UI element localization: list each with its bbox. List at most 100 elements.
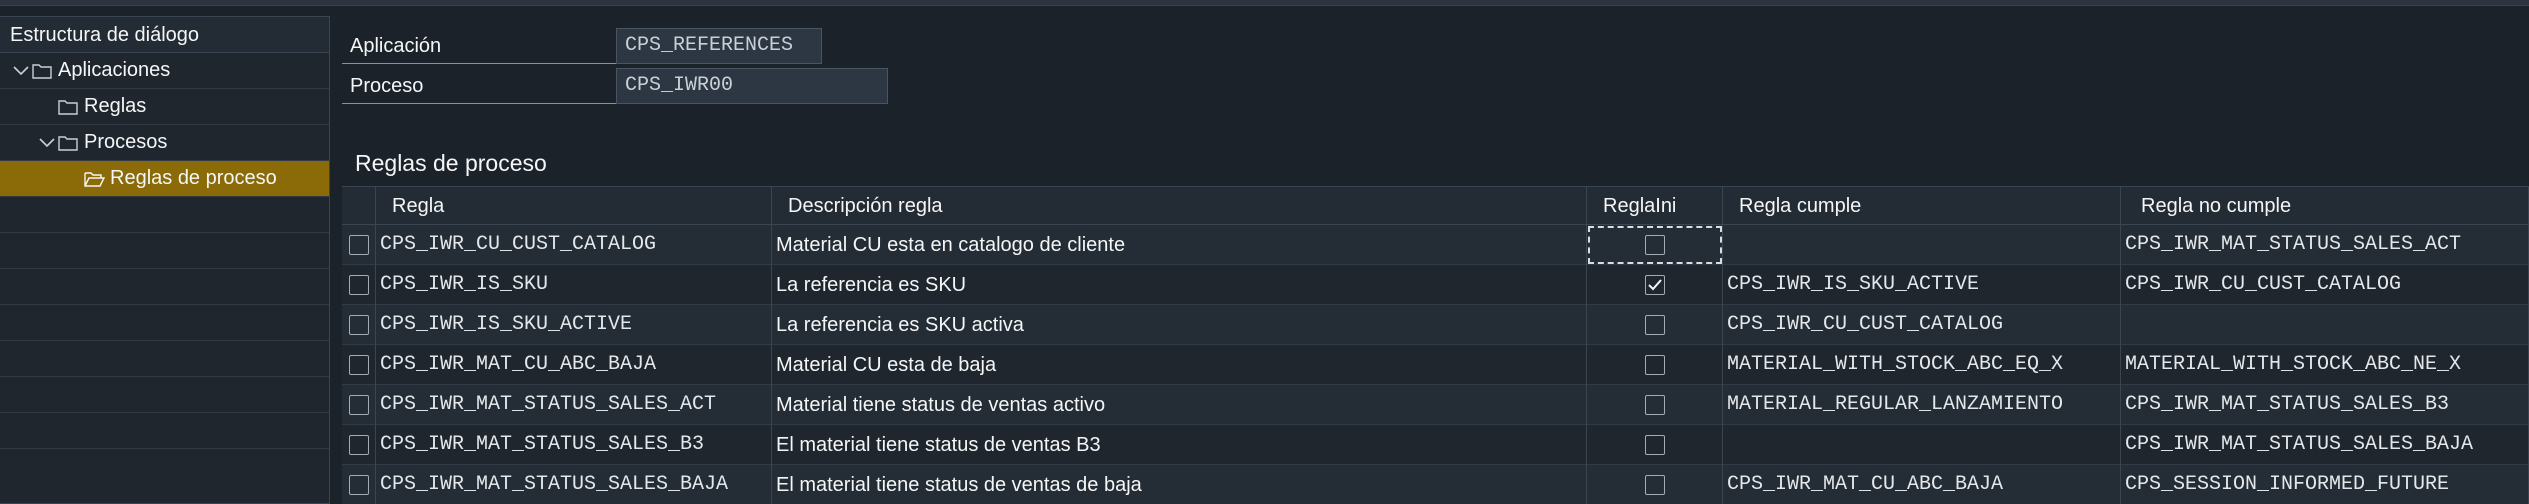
cell-regla-no-cumple[interactable]: MATERIAL_WITH_STOCK_ABC_NE_X — [2121, 345, 2529, 385]
cell-regla[interactable]: CPS_IWR_MAT_STATUS_SALES_B3 — [376, 425, 772, 465]
tree-empty-row — [0, 413, 329, 449]
reglaini-checkbox[interactable] — [1644, 235, 1665, 255]
table-row[interactable]: CPS_IWR_IS_SKU_ACTIVE La referencia es SK… — [342, 305, 2529, 345]
proceso-label: Proceso — [342, 68, 616, 104]
cell-descripcion[interactable]: El material tiene status de ventas B3 — [772, 425, 1587, 465]
table-body: CPS_IWR_CU_CUST_CATALOG Material CU esta … — [342, 225, 2529, 504]
chevron-down-icon[interactable] — [38, 134, 56, 152]
cell-regla-no-cumple[interactable]: CPS_IWR_MAT_STATUS_SALES_B3 — [2121, 385, 2529, 425]
cell-regla-cumple[interactable]: CPS_IWR_MAT_CU_ABC_BAJA — [1723, 465, 2121, 504]
cell-regla-cumple[interactable] — [1723, 425, 2121, 465]
tree-node-reglas-de-proceso[interactable]: Reglas de proceso — [0, 161, 329, 197]
checkbox-icon[interactable] — [348, 355, 369, 375]
row-select-checkbox[interactable] — [342, 345, 376, 385]
column-header-regla-no-cumple[interactable]: Regla no cumple — [2121, 187, 2529, 225]
tree-empty-row — [0, 233, 329, 269]
table-row[interactable]: CPS_IWR_MAT_STATUS_SALES_ACT Material tie… — [342, 385, 2529, 425]
tree-empty-row — [0, 197, 329, 233]
reglaini-checkbox[interactable] — [1644, 395, 1665, 415]
cell-descripcion[interactable]: Material CU esta de baja — [772, 345, 1587, 385]
column-header-regla[interactable]: Regla — [376, 187, 772, 225]
cell-reglaini[interactable] — [1587, 385, 1723, 425]
cell-regla[interactable]: CPS_IWR_MAT_STATUS_SALES_ACT — [376, 385, 772, 425]
column-header-regla-cumple[interactable]: Regla cumple — [1723, 187, 2121, 225]
tree-node-label: Procesos — [84, 131, 168, 153]
cell-reglaini[interactable] — [1587, 465, 1723, 504]
tree-empty-row — [0, 377, 329, 413]
cell-reglaini[interactable] — [1587, 345, 1723, 385]
process-rules-table: Regla Descripción regla ReglaIni Regla c… — [342, 186, 2529, 504]
column-header-descripcion[interactable]: Descripción regla — [772, 187, 1587, 225]
cell-reglaini[interactable] — [1587, 265, 1723, 305]
cell-reglaini[interactable] — [1587, 305, 1723, 345]
cell-regla[interactable]: CPS_IWR_IS_SKU — [376, 265, 772, 305]
cell-regla-no-cumple[interactable]: CPS_IWR_MAT_STATUS_SALES_ACT — [2121, 225, 2529, 265]
checkbox-icon[interactable] — [348, 435, 369, 455]
row-select-checkbox[interactable] — [342, 265, 376, 305]
reglaini-checkbox[interactable] — [1644, 355, 1665, 375]
checkbox-icon[interactable] — [348, 315, 369, 335]
tree-empty-row — [0, 341, 329, 377]
tree-empty-row — [0, 305, 329, 341]
checkbox-icon[interactable] — [348, 395, 369, 415]
row-select-checkbox[interactable] — [342, 225, 376, 265]
checkbox-icon[interactable] — [348, 475, 369, 495]
table-row[interactable]: CPS_IWR_MAT_STATUS_SALES_B3 El material t… — [342, 425, 2529, 465]
tree-node-label: Aplicaciones — [58, 59, 171, 81]
tree-node-label: Reglas — [84, 95, 147, 117]
cell-regla-cumple[interactable]: MATERIAL_REGULAR_LANZAMIENTO — [1723, 385, 2121, 425]
folder-icon — [30, 61, 54, 81]
cell-regla-no-cumple[interactable]: CPS_IWR_MAT_STATUS_SALES_BAJA — [2121, 425, 2529, 465]
open-folder-icon — [82, 169, 106, 189]
aplicacion-field[interactable]: CPS_REFERENCES — [616, 28, 822, 64]
tree-node-label: Reglas de proceso — [110, 167, 277, 189]
row-select-checkbox[interactable] — [342, 425, 376, 465]
cell-regla-no-cumple[interactable] — [2121, 305, 2529, 345]
focus-frame — [1587, 226, 1722, 264]
reglaini-checkbox[interactable] — [1644, 275, 1665, 295]
proceso-field[interactable]: CPS_IWR00 — [616, 68, 888, 104]
table-row[interactable]: CPS_IWR_CU_CUST_CATALOG Material CU esta … — [342, 225, 2529, 265]
cell-descripcion[interactable]: El material tiene status de ventas de ba… — [772, 465, 1587, 504]
cell-regla-cumple[interactable]: CPS_IWR_CU_CUST_CATALOG — [1723, 305, 2121, 345]
cell-descripcion[interactable]: Material tiene status de ventas activo — [772, 385, 1587, 425]
table-row[interactable]: CPS_IWR_IS_SKU La referencia es SKU CPS_IW… — [342, 265, 2529, 305]
table-row[interactable]: CPS_IWR_MAT_CU_ABC_BAJA Material CU esta … — [342, 345, 2529, 385]
cell-regla[interactable]: CPS_IWR_MAT_CU_ABC_BAJA — [376, 345, 772, 385]
cell-regla-cumple[interactable] — [1723, 225, 2121, 265]
tree-node-reglas[interactable]: Reglas — [0, 89, 329, 125]
row-select-checkbox[interactable] — [342, 465, 376, 504]
chevron-down-icon[interactable] — [12, 62, 30, 80]
aplicacion-label: Aplicación — [342, 28, 616, 64]
window-top-border — [0, 0, 2529, 6]
cell-regla-no-cumple[interactable]: CPS_SESSION_INFORMED_FUTURE — [2121, 465, 2529, 504]
cell-descripcion[interactable]: La referencia es SKU activa — [772, 305, 1587, 345]
tree-node-aplicaciones[interactable]: Aplicaciones — [0, 53, 329, 89]
cell-regla[interactable]: CPS_IWR_MAT_STATUS_SALES_BAJA — [376, 465, 772, 504]
cell-regla-cumple[interactable]: CPS_IWR_IS_SKU_ACTIVE — [1723, 265, 2121, 305]
reglaini-checkbox[interactable] — [1644, 435, 1665, 455]
cell-descripcion[interactable]: La referencia es SKU — [772, 265, 1587, 305]
tree-empty-row — [0, 269, 329, 305]
folder-icon — [56, 97, 80, 117]
cell-regla-cumple[interactable]: MATERIAL_WITH_STOCK_ABC_EQ_X — [1723, 345, 2121, 385]
table-row[interactable]: CPS_IWR_MAT_STATUS_SALES_BAJA El material… — [342, 465, 2529, 504]
checkbox-icon[interactable] — [348, 275, 369, 295]
tree-node-procesos[interactable]: Procesos — [0, 125, 329, 161]
cell-regla-no-cumple[interactable]: CPS_IWR_CU_CUST_CATALOG — [2121, 265, 2529, 305]
cell-descripcion[interactable]: Material CU esta en catalogo de cliente — [772, 225, 1587, 265]
select-all-header[interactable] — [342, 187, 376, 225]
cell-reglaini[interactable] — [1587, 425, 1723, 465]
reglaini-checkbox[interactable] — [1644, 315, 1665, 335]
column-header-reglaini[interactable]: ReglaIni — [1587, 187, 1723, 225]
folder-icon — [56, 133, 80, 153]
section-title: Reglas de proceso — [355, 150, 547, 176]
row-select-checkbox[interactable] — [342, 305, 376, 345]
row-select-checkbox[interactable] — [342, 385, 376, 425]
checkbox-icon[interactable] — [348, 235, 369, 255]
table-header: Regla Descripción regla ReglaIni Regla c… — [342, 187, 2529, 225]
cell-reglaini[interactable] — [1587, 225, 1723, 265]
cell-regla[interactable]: CPS_IWR_IS_SKU_ACTIVE — [376, 305, 772, 345]
cell-regla[interactable]: CPS_IWR_CU_CUST_CATALOG — [376, 225, 772, 265]
reglaini-checkbox[interactable] — [1644, 475, 1665, 495]
